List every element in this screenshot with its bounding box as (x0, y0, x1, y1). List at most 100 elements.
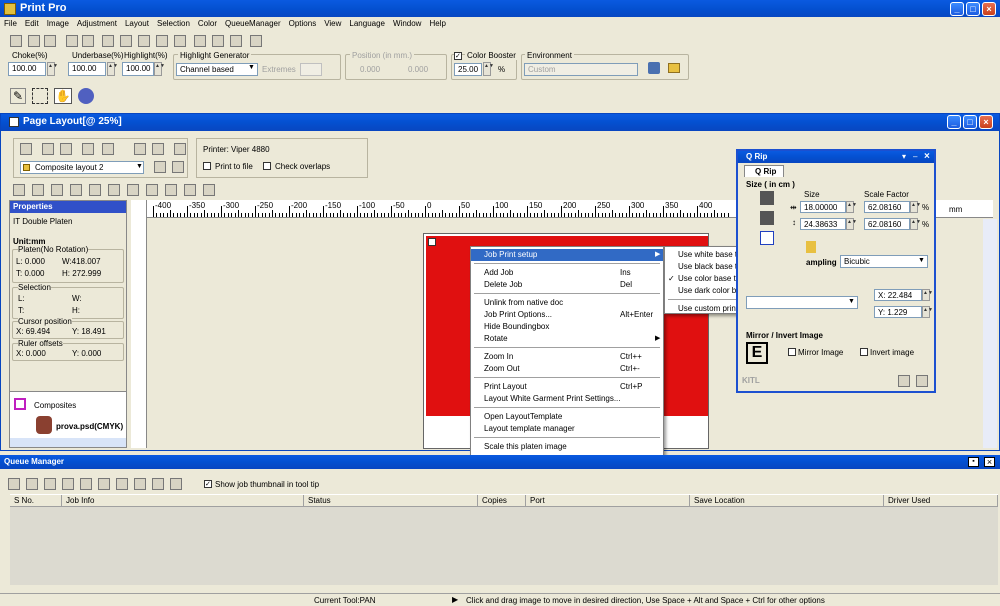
qrip-menu-icon[interactable]: ▾ (902, 152, 906, 161)
context-menu-item[interactable]: Zoom In Ctrl++ (471, 351, 663, 363)
menu-layout[interactable]: Layout (121, 17, 153, 31)
menu-help[interactable]: Help (425, 17, 449, 31)
open-icon[interactable] (20, 143, 32, 155)
eyedropper-icon[interactable]: ✎ (10, 88, 26, 104)
environment-settings-icon[interactable] (648, 62, 660, 74)
context-menu-item[interactable]: Add Job Ins (471, 267, 663, 279)
image-icon[interactable] (120, 35, 132, 47)
queue-table-body[interactable] (10, 507, 998, 585)
underbase-input[interactable]: 100.00 (68, 62, 106, 76)
print-to-file-checkbox[interactable] (203, 162, 211, 170)
scale-height-input[interactable]: 62.08160 (864, 218, 910, 230)
context-menu-item[interactable]: Layout template manager (471, 423, 663, 435)
column-header[interactable]: Status (304, 495, 478, 507)
column-header[interactable]: Copies (478, 495, 526, 507)
menu-adjustment[interactable]: Adjustment (73, 17, 121, 31)
highlight-input[interactable]: 100.00 (122, 62, 154, 76)
zoom-out-icon[interactable] (152, 143, 164, 155)
context-menu-item[interactable]: Layout White Garment Print Settings... (471, 393, 663, 405)
align-tool-7-icon[interactable] (146, 184, 158, 196)
queue-tool-5-icon[interactable] (98, 478, 110, 490)
sampling-select[interactable]: Bicubic (840, 255, 928, 268)
vertical-scrollbar[interactable] (983, 219, 997, 448)
print-icon[interactable] (82, 143, 94, 155)
qrip-minimize-icon[interactable]: – (913, 152, 917, 161)
help-icon[interactable] (212, 35, 224, 47)
save-layout-icon[interactable] (60, 143, 72, 155)
align-tool-5-icon[interactable] (108, 184, 120, 196)
align-tool-10-icon[interactable] (203, 184, 215, 196)
align-tool-6-icon[interactable] (127, 184, 139, 196)
menu-file[interactable]: File (0, 17, 21, 31)
align-tool-0-icon[interactable] (13, 184, 25, 196)
choke-spinner[interactable]: ▲▼ (47, 62, 58, 76)
size-height-input[interactable]: 24.38633 (800, 218, 846, 230)
extremes-input[interactable] (300, 63, 322, 76)
zoom-in-icon[interactable] (134, 143, 146, 155)
highlight-spinner[interactable]: ▲▼ (154, 62, 165, 76)
y-input[interactable]: Y: 1.229 (874, 306, 922, 318)
grid-icon[interactable] (194, 35, 206, 47)
align-tool-8-icon[interactable] (165, 184, 177, 196)
qrip-printer-icon[interactable] (916, 375, 928, 387)
exit-icon[interactable] (250, 35, 262, 47)
column-header[interactable]: Driver Used (884, 495, 998, 507)
context-menu-item[interactable]: Delete Job Del (471, 279, 663, 291)
choke-input[interactable]: 100.00 (8, 62, 46, 76)
bounding-handle[interactable] (428, 238, 436, 246)
queue-tool-1-icon[interactable] (26, 478, 38, 490)
menu-queuemanager[interactable]: QueueManager (221, 17, 285, 31)
align-tool-4-icon[interactable] (89, 184, 101, 196)
queue-tool-8-icon[interactable] (152, 478, 164, 490)
context-menu-item[interactable]: Scale this platen image (471, 441, 663, 453)
qrip-close-icon[interactable]: × (924, 151, 930, 162)
qrip-tab[interactable]: Q Rip (744, 165, 784, 177)
column-header[interactable]: S No. (10, 495, 62, 507)
menu-view[interactable]: View (320, 17, 345, 31)
new-layout-icon[interactable] (42, 143, 54, 155)
align-tool-3-icon[interactable] (70, 184, 82, 196)
context-menu-item[interactable]: Rotate ▶ (471, 333, 663, 345)
composites-label[interactable]: Composites (34, 401, 76, 410)
queue-tool-4-icon[interactable] (80, 478, 92, 490)
scale-height-spinner[interactable]: ▲▼ (910, 218, 921, 230)
menu-image[interactable]: Image (43, 17, 73, 31)
x-input[interactable]: X: 22.484 (874, 289, 922, 301)
align-tool-9-icon[interactable] (184, 184, 196, 196)
thumbnail-checkbox[interactable]: ✓ (204, 480, 212, 488)
y-spinner[interactable]: ▲▼ (922, 306, 933, 318)
x-spinner[interactable]: ▲▼ (922, 289, 933, 301)
align-tool-1-icon[interactable] (32, 184, 44, 196)
queue-tool-3-icon[interactable] (62, 478, 74, 490)
size-width-spinner[interactable]: ▲▼ (846, 201, 857, 213)
size-height-spinner[interactable]: ▲▼ (846, 218, 857, 230)
printer-icon[interactable] (174, 35, 186, 47)
menu-language[interactable]: Language (345, 17, 389, 31)
queue-tool-9-icon[interactable] (170, 478, 182, 490)
mirror-checkbox[interactable] (788, 348, 796, 356)
layout-minimize-button[interactable]: _ (947, 115, 961, 129)
queue-tool-7-icon[interactable] (134, 478, 146, 490)
open-icon[interactable] (10, 35, 22, 47)
column-header[interactable]: Job Info (62, 495, 304, 507)
print-preview-icon[interactable] (44, 35, 56, 47)
queue-tool-0-icon[interactable] (8, 478, 20, 490)
info-icon[interactable] (230, 35, 242, 47)
lock-icon[interactable] (806, 241, 816, 253)
column-header[interactable]: Port (526, 495, 690, 507)
maximize-button[interactable]: □ (966, 2, 980, 16)
folder-icon[interactable] (668, 63, 680, 73)
scale-width-input[interactable]: 62.08160 (864, 201, 910, 213)
context-menu-item[interactable]: Unlink from native doc (471, 297, 663, 309)
position-select[interactable] (746, 296, 858, 309)
color-booster-checkbox[interactable]: ✓ (454, 52, 462, 60)
menu-window[interactable]: Window (389, 17, 425, 31)
zoom-icon[interactable] (78, 88, 94, 104)
minimize-button[interactable]: _ (950, 2, 964, 16)
context-menu-item[interactable]: Open LayoutTemplate (471, 411, 663, 423)
check-overlaps-checkbox[interactable] (263, 162, 271, 170)
page-icon[interactable] (174, 143, 186, 155)
curve-icon[interactable] (156, 35, 168, 47)
marquee-select-icon[interactable] (32, 88, 48, 104)
position-x[interactable]: 0.000 (360, 65, 380, 74)
